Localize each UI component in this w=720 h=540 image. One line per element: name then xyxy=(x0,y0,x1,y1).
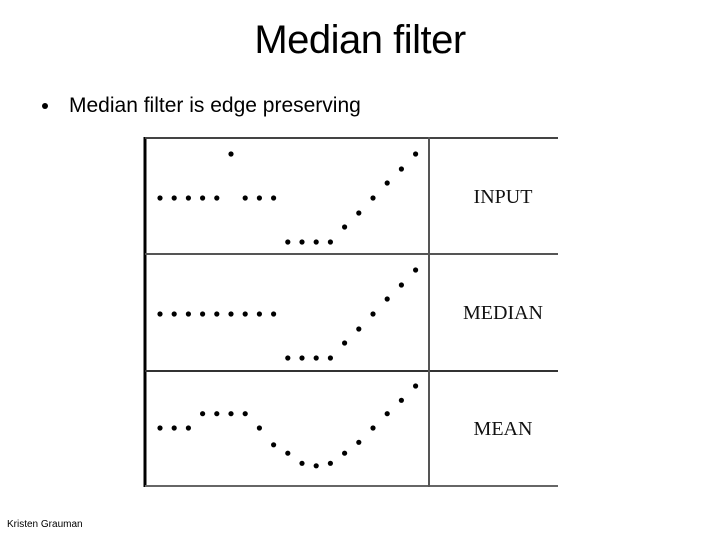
data-point-median xyxy=(342,340,348,346)
data-point-median xyxy=(285,355,291,361)
data-point-mean xyxy=(256,425,262,431)
data-point-median xyxy=(384,296,390,302)
data-point-median xyxy=(313,355,319,361)
data-point-input xyxy=(200,195,206,201)
data-point-median xyxy=(200,311,206,317)
data-point-input xyxy=(398,166,404,172)
data-point-median xyxy=(271,311,277,317)
data-point-input xyxy=(214,195,220,201)
data-point-input xyxy=(384,180,390,186)
data-point-mean xyxy=(356,439,362,445)
data-point-input xyxy=(413,151,419,157)
data-point-input xyxy=(356,210,362,216)
filter-comparison-figure: INPUT MEDIAN MEAN xyxy=(143,137,558,487)
row-label-median: MEDIAN xyxy=(463,302,543,324)
data-point-mean xyxy=(214,411,220,417)
data-point-mean xyxy=(185,425,191,431)
data-point-median xyxy=(370,311,376,317)
data-point-mean xyxy=(398,397,404,403)
data-point-input xyxy=(299,239,305,245)
data-point-input xyxy=(228,151,234,157)
data-point-mean xyxy=(285,450,291,456)
data-point-median xyxy=(157,311,163,317)
data-point-median xyxy=(228,311,234,317)
data-point-input xyxy=(185,195,191,201)
data-point-median xyxy=(398,282,404,288)
data-point-input xyxy=(285,239,291,245)
data-point-mean xyxy=(370,425,376,431)
data-point-median xyxy=(256,311,262,317)
data-point-median xyxy=(171,311,177,317)
data-point-input xyxy=(313,239,319,245)
data-point-input xyxy=(271,195,277,201)
row-label-mean: MEAN xyxy=(474,418,533,440)
data-point-median xyxy=(299,355,305,361)
data-point-input xyxy=(171,195,177,201)
data-point-input xyxy=(327,239,333,245)
data-point-mean xyxy=(384,411,390,417)
data-point-median xyxy=(413,267,419,273)
data-point-median xyxy=(327,355,333,361)
data-point-mean xyxy=(242,411,248,417)
data-point-input xyxy=(370,195,376,201)
data-point-median xyxy=(356,326,362,332)
data-point-mean xyxy=(342,450,348,456)
data-point-input xyxy=(157,195,163,201)
data-point-mean xyxy=(327,460,333,466)
author-credit: Kristen Grauman xyxy=(7,519,83,530)
row-label-input: INPUT xyxy=(474,186,533,208)
data-point-median xyxy=(242,311,248,317)
data-point-input xyxy=(242,195,248,201)
data-point-input xyxy=(256,195,262,201)
data-point-median xyxy=(214,311,220,317)
data-point-mean xyxy=(313,463,319,469)
data-point-input xyxy=(342,224,348,230)
data-point-mean xyxy=(228,411,234,417)
data-point-mean xyxy=(271,442,277,448)
data-point-mean xyxy=(157,425,163,431)
data-point-mean xyxy=(299,460,305,466)
data-point-mean xyxy=(200,411,206,417)
data-point-mean xyxy=(171,425,177,431)
data-point-mean xyxy=(413,383,419,389)
data-point-median xyxy=(185,311,191,317)
